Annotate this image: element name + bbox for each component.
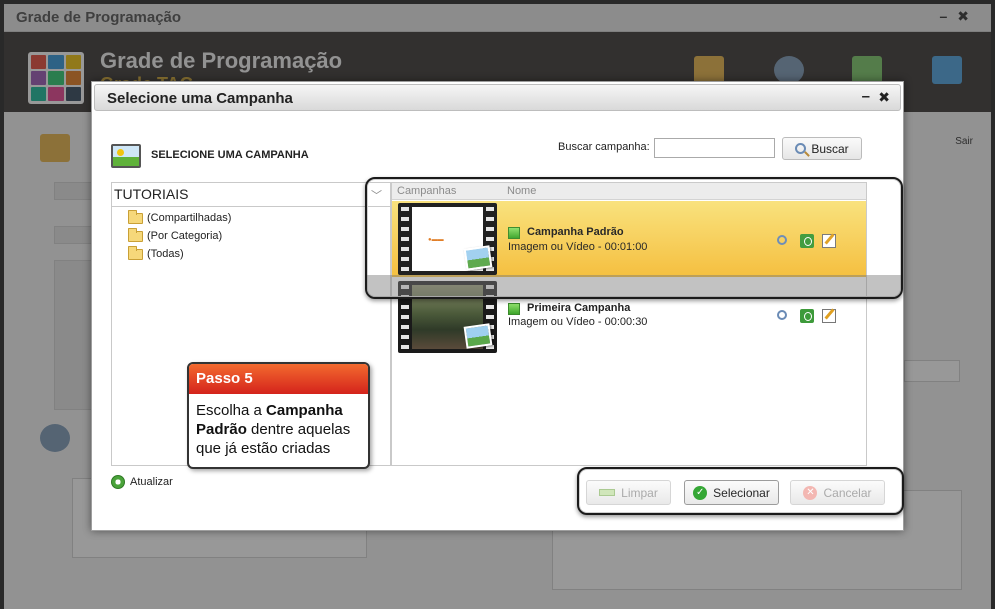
callout-text: Escolha a Campanha Padrão dentre aquelas… xyxy=(189,394,368,465)
search-button[interactable]: Buscar xyxy=(782,137,862,160)
photo-icon xyxy=(463,245,493,271)
campaign-thumbnail xyxy=(398,281,497,353)
list-header: Campanhas Nome xyxy=(392,183,866,200)
status-active-icon xyxy=(508,227,520,239)
view-icon[interactable] xyxy=(777,235,787,245)
campaign-name: Primeira Campanha xyxy=(527,302,631,314)
cancel-button-label: Cancelar xyxy=(823,485,872,500)
select-button-label: Selecionar xyxy=(713,485,770,500)
table-row[interactable]: Primeira Campanha Imagem ou Vídeo - 00:0… xyxy=(392,279,866,355)
callout-text-part: Escolha a xyxy=(196,402,267,419)
share-icon[interactable] xyxy=(800,234,814,248)
clear-button[interactable]: Limpar xyxy=(586,480,671,505)
folder-icon xyxy=(128,227,143,242)
edit-icon[interactable] xyxy=(822,234,836,248)
tree-item-compartilhadas[interactable]: (Compartilhadas) xyxy=(128,209,232,224)
eraser-icon xyxy=(599,489,616,496)
folder-icon xyxy=(128,209,143,224)
tree-item-label: (Todas) xyxy=(147,248,184,260)
dialog-titlebar: Selecione uma Campanha – ✖ xyxy=(94,84,901,111)
search-label: Buscar campanha: xyxy=(558,141,650,153)
table-row[interactable]: ●▬▬ Campanha Padrão Imagem ou Vídeo - 00… xyxy=(392,201,866,277)
brand-logo-icon: ●▬▬ xyxy=(428,237,444,243)
chevron-down-icon: ﹀ xyxy=(371,190,382,202)
tree-item-todas[interactable]: (Todas) xyxy=(128,245,184,260)
campaign-name: Campanha Padrão xyxy=(527,226,624,238)
tutorial-callout: Passo 5 Escolha a Campanha Padrão dentre… xyxy=(187,362,370,469)
campaign-list-panel: Campanhas Nome ●▬▬ Campanha Padrão Image… xyxy=(391,182,867,466)
select-button[interactable]: ✓ Selecionar xyxy=(684,480,779,505)
search-input[interactable] xyxy=(654,138,775,158)
status-active-icon xyxy=(508,303,520,315)
cancel-icon: ✕ xyxy=(803,485,818,500)
film-strip xyxy=(401,281,409,353)
campaign-type: Imagem ou Vídeo - 00:00:30 xyxy=(508,316,648,328)
folder-icon xyxy=(128,245,143,260)
search-button-label: Buscar xyxy=(811,141,849,156)
close-button[interactable]: ✖ xyxy=(878,89,890,106)
tree-item-label: (Compartilhadas) xyxy=(147,212,232,224)
group-select[interactable]: TUTORIAIS ﹀ xyxy=(112,183,390,207)
dialog-title: Selecione uma Campanha xyxy=(107,90,293,107)
search-icon xyxy=(795,143,807,154)
column-header-campanhas[interactable]: Campanhas xyxy=(397,185,456,197)
photo-icon xyxy=(463,323,493,349)
edit-icon[interactable] xyxy=(822,309,836,323)
share-icon[interactable] xyxy=(800,309,814,323)
clear-button-label: Limpar xyxy=(621,485,658,500)
select-campaign-dialog: Selecione uma Campanha – ✖ SELECIONE UMA… xyxy=(91,81,904,531)
campaign-type: Imagem ou Vídeo - 00:01:00 xyxy=(508,241,648,253)
section-label: SELECIONE UMA CAMPANHA xyxy=(151,149,309,161)
film-strip xyxy=(401,203,409,275)
check-icon: ✓ xyxy=(693,485,708,500)
campaign-icon xyxy=(111,144,141,168)
cancel-button[interactable]: ✕ Cancelar xyxy=(790,480,885,505)
group-select-value: TUTORIAIS xyxy=(114,186,189,202)
minimize-button[interactable]: – xyxy=(862,88,870,105)
tree-item-label: (Por Categoria) xyxy=(147,230,223,242)
refresh-icon xyxy=(111,475,125,489)
refresh-label: Atualizar xyxy=(130,476,173,488)
campaign-thumbnail: ●▬▬ xyxy=(398,203,497,275)
view-icon[interactable] xyxy=(777,310,787,320)
tree-item-por-categoria[interactable]: (Por Categoria) xyxy=(128,227,223,242)
callout-heading: Passo 5 xyxy=(189,364,368,394)
column-header-nome[interactable]: Nome xyxy=(507,185,536,197)
refresh-link[interactable]: Atualizar xyxy=(111,475,173,489)
